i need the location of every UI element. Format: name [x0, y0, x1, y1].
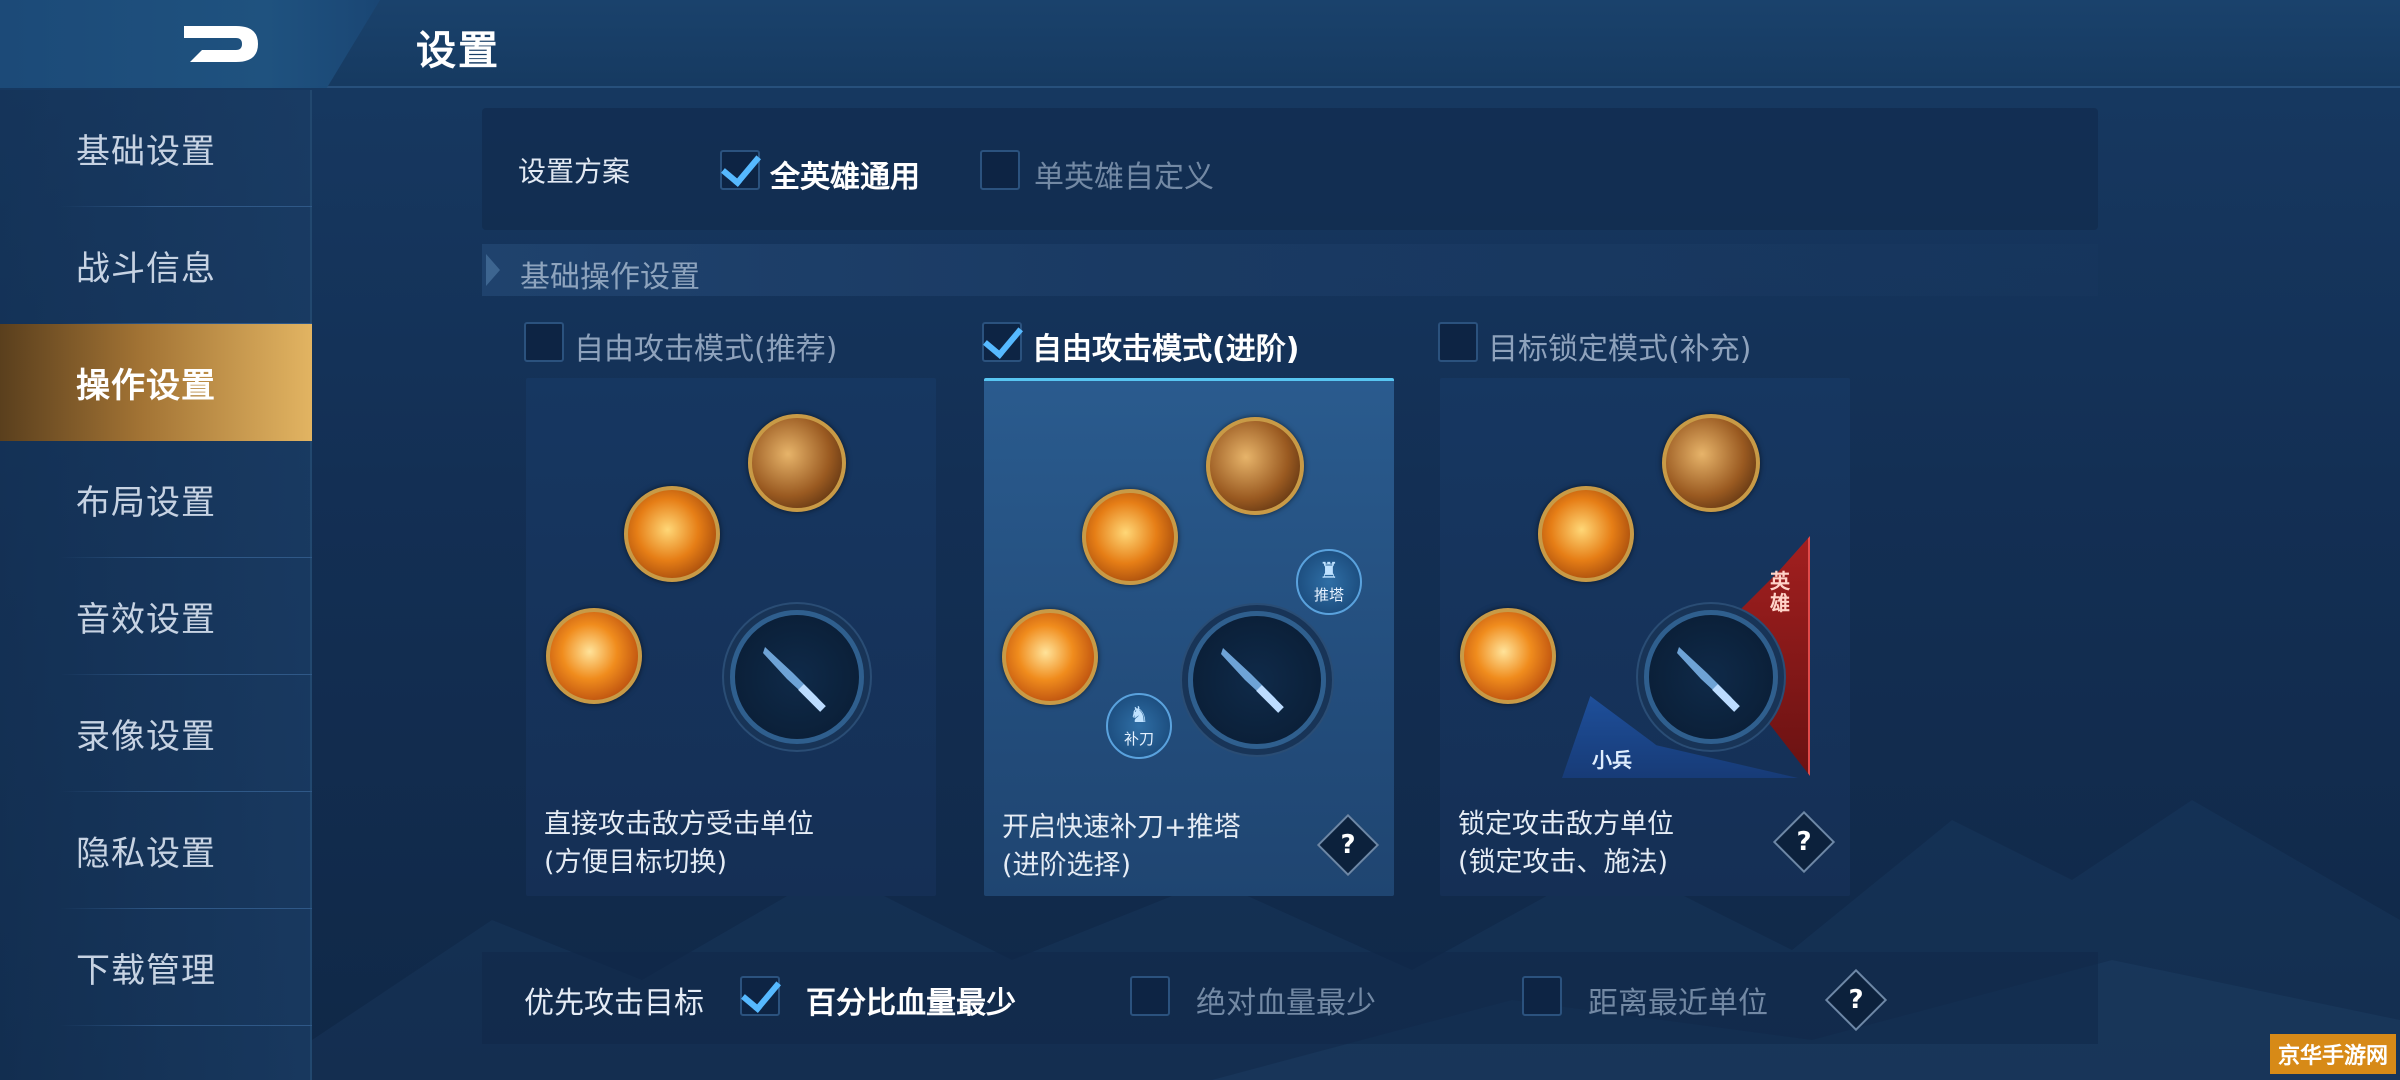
- sidebar-item-privacy[interactable]: 隐私设置: [0, 792, 312, 909]
- mode-target-lock-help-button[interactable]: ?: [1772, 810, 1836, 874]
- mode-free-advanced-help-button[interactable]: ?: [1316, 813, 1380, 877]
- scheme-label: 设置方案: [518, 155, 631, 188]
- minion-target-label: 小兵: [1592, 748, 1632, 772]
- scheme-bar: 设置方案 全英雄通用 单英雄自定义: [482, 108, 2098, 230]
- top-header: 设置: [0, 0, 2400, 88]
- mode-free-advanced-card[interactable]: ♜ 推塔 ♞ 补刀 开启快速补刀+推塔 (进阶选择) ?: [984, 378, 1394, 896]
- tower-icon: ♜: [1319, 559, 1339, 584]
- priority-target-label: 优先攻击目标: [524, 986, 704, 1021]
- mode-free-advanced-desc-line2: (进阶选择): [1002, 850, 1132, 881]
- skill-1-icon: [1002, 609, 1098, 705]
- sidebar-item-downloads[interactable]: 下载管理: [0, 909, 312, 1026]
- section-arrow-icon: [486, 254, 500, 286]
- section-header: 基础操作设置: [482, 244, 2098, 296]
- hero-target-label: 英雄: [1770, 569, 1790, 615]
- page-title: 设置: [416, 28, 500, 74]
- mode-free-recommended-label[interactable]: 自由攻击模式(推荐): [574, 324, 837, 368]
- priority-target-bar: 优先攻击目标 百分比血量最少 绝对血量最少 距离最近单位 ?: [482, 952, 2098, 1044]
- skill-3-icon: [1206, 417, 1304, 515]
- skill-2-icon: [624, 486, 720, 582]
- mode-free-recommended-card[interactable]: 直接攻击敌方受击单位 (方便目标切换): [526, 378, 936, 896]
- push-tower-label: 推塔: [1313, 586, 1344, 604]
- settings-sidebar: 基础设置 战斗信息 操作设置 布局设置 音效设置 录像设置 隐私设置 下载管理: [0, 90, 312, 1080]
- sidebar-item-battle-info[interactable]: 战斗信息: [0, 207, 312, 324]
- sidebar-item-basic[interactable]: 基础设置: [0, 90, 312, 207]
- scheme-all-heroes-checkbox[interactable]: [720, 150, 760, 190]
- basic-attack-icon: [730, 610, 864, 744]
- section-title: 基础操作设置: [520, 260, 700, 295]
- mode-free-recommended-desc-line1: 直接攻击敌方受击单位: [544, 809, 814, 840]
- priority-percent-hp-checkbox[interactable]: [740, 976, 780, 1016]
- mode-target-lock-desc-line1: 锁定攻击敌方单位: [1458, 809, 1674, 840]
- last-hit-label: 补刀: [1123, 730, 1154, 748]
- minion-helmet-icon: ♞: [1129, 703, 1149, 728]
- mode-free-recommended-checkbox[interactable]: [524, 322, 564, 362]
- priority-absolute-hp-label[interactable]: 绝对血量最少: [1196, 978, 1376, 1022]
- skill-3-icon: [748, 414, 846, 512]
- back-button[interactable]: [0, 0, 380, 88]
- mode-free-advanced-desc-line1: 开启快速补刀+推塔: [1002, 812, 1241, 843]
- priority-nearest-label[interactable]: 距离最近单位: [1588, 978, 1768, 1022]
- mode-target-lock-label[interactable]: 目标锁定模式(补充): [1488, 324, 1751, 368]
- basic-attack-icon: [1188, 611, 1326, 749]
- skill-2-icon: [1538, 486, 1634, 582]
- mode-free-recommended-desc-line2: (方便目标切换): [544, 847, 728, 878]
- sidebar-item-layout[interactable]: 布局设置: [0, 441, 312, 558]
- basic-attack-icon: [1644, 610, 1778, 744]
- mode-free-advanced-checkbox[interactable]: [982, 322, 1022, 362]
- scheme-single-hero-label[interactable]: 单英雄自定义: [1034, 152, 1214, 196]
- skill-1-icon: [1460, 608, 1556, 704]
- sidebar-item-sound[interactable]: 音效设置: [0, 558, 312, 675]
- back-arrow-icon: [184, 26, 258, 62]
- push-tower-button-icon: ♜ 推塔: [1296, 549, 1362, 615]
- priority-absolute-hp-checkbox[interactable]: [1130, 976, 1170, 1016]
- skill-2-icon: [1082, 489, 1178, 585]
- help-icon: ?: [1340, 830, 1356, 860]
- skill-1-icon: [546, 608, 642, 704]
- priority-nearest-checkbox[interactable]: [1522, 976, 1562, 1016]
- scheme-single-hero-checkbox[interactable]: [980, 150, 1020, 190]
- last-hit-button-icon: ♞ 补刀: [1106, 693, 1172, 759]
- skill-3-icon: [1662, 414, 1760, 512]
- mode-free-advanced-label[interactable]: 自由攻击模式(进阶): [1032, 324, 1299, 368]
- sidebar-item-replay[interactable]: 录像设置: [0, 675, 312, 792]
- mode-target-lock-checkbox[interactable]: [1438, 322, 1478, 362]
- help-icon: ?: [1848, 985, 1864, 1015]
- site-watermark: 京华手游网: [2270, 1034, 2396, 1074]
- mode-target-lock-card[interactable]: 英雄 小兵 锁定攻击敌方单位 (锁定攻击、施法) ?: [1440, 378, 1850, 896]
- priority-help-button[interactable]: ?: [1824, 968, 1888, 1032]
- sidebar-item-controls[interactable]: 操作设置: [0, 324, 312, 441]
- mode-target-lock-desc-line2: (锁定攻击、施法): [1458, 847, 1669, 878]
- priority-percent-hp-label[interactable]: 百分比血量最少: [806, 978, 1016, 1022]
- scheme-all-heroes-label[interactable]: 全英雄通用: [770, 152, 920, 196]
- help-icon: ?: [1796, 827, 1812, 857]
